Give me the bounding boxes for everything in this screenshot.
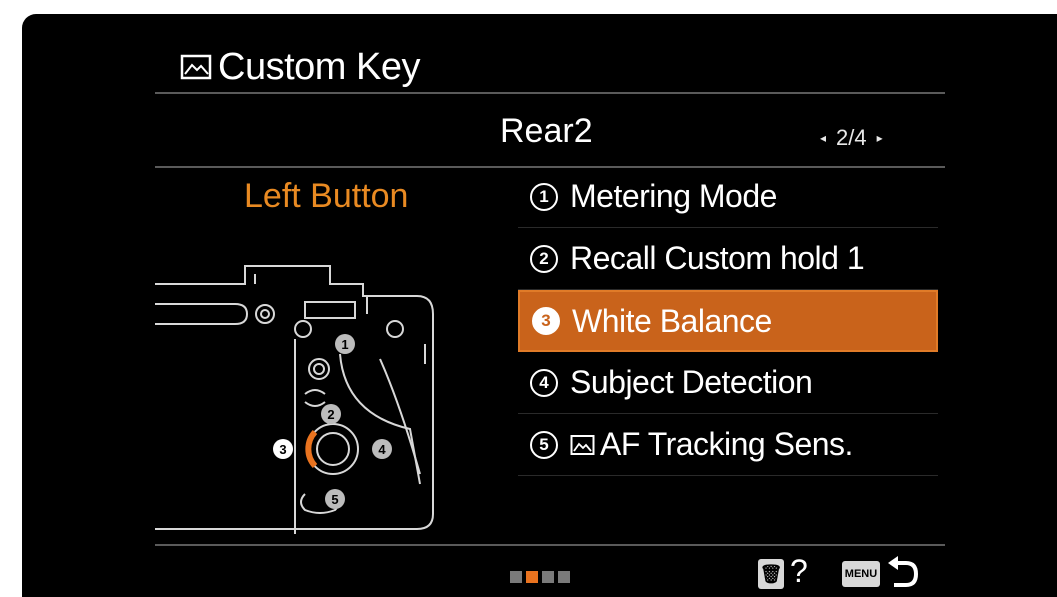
list-item-selected[interactable]: 3 White Balance [518, 290, 938, 352]
item-label: White Balance [572, 302, 772, 339]
page-dot [558, 571, 570, 583]
divider [155, 544, 945, 546]
diagram-number: 3 [279, 442, 286, 457]
footer-bar: 🗑 ? MENU [22, 549, 1057, 597]
page-dot [510, 571, 522, 583]
list-item[interactable]: 1 Metering Mode [518, 166, 938, 228]
header: Custom Key [180, 42, 420, 92]
page-dot-active [526, 571, 538, 583]
page-dot [542, 571, 554, 583]
diagram-number: 4 [378, 442, 386, 457]
still-image-icon [180, 54, 212, 80]
item-number: 5 [530, 430, 558, 459]
page-number: 2/4 [836, 125, 867, 150]
item-label: AF Tracking Sens. [600, 426, 853, 462]
trash-icon[interactable]: 🗑 [758, 559, 784, 589]
item-number: 1 [530, 182, 558, 211]
diagram-number: 5 [331, 492, 338, 507]
item-label: Recall Custom hold 1 [570, 240, 865, 276]
camera-screen: Custom Key Rear2 ◂ 2/4 ▸ Left Button 1 2… [22, 14, 1057, 597]
page-name: Rear2 [500, 112, 593, 150]
list-item[interactable]: 2 Recall Custom hold 1 [518, 228, 938, 290]
item-label: Metering Mode [570, 178, 777, 214]
button-label: Left Button [244, 177, 409, 215]
page-dots [510, 571, 570, 583]
diagram-number: 1 [341, 337, 348, 352]
assignment-list: 1 Metering Mode 2 Recall Custom hold 1 3… [518, 166, 938, 476]
help-button[interactable]: ? [790, 553, 808, 590]
return-arrow-icon[interactable] [886, 555, 920, 591]
page-indicator: ◂ 2/4 ▸ [820, 125, 883, 151]
page-title: Custom Key [218, 45, 420, 88]
still-image-icon [570, 434, 595, 455]
item-number: 2 [530, 244, 558, 273]
list-item[interactable]: 4 Subject Detection [518, 352, 938, 414]
page-next-arrow-icon[interactable]: ▸ [877, 131, 883, 145]
menu-button[interactable]: MENU [842, 561, 880, 587]
diagram-number: 2 [327, 407, 334, 422]
page-prev-arrow-icon[interactable]: ◂ [820, 131, 826, 145]
item-label: Subject Detection [570, 364, 813, 400]
item-number: 4 [530, 368, 558, 397]
divider [155, 92, 945, 94]
item-number: 3 [532, 307, 560, 335]
camera-back-diagram: 1 2 3 4 5 [155, 265, 434, 534]
list-item[interactable]: 5 AF Tracking Sens. [518, 414, 938, 476]
